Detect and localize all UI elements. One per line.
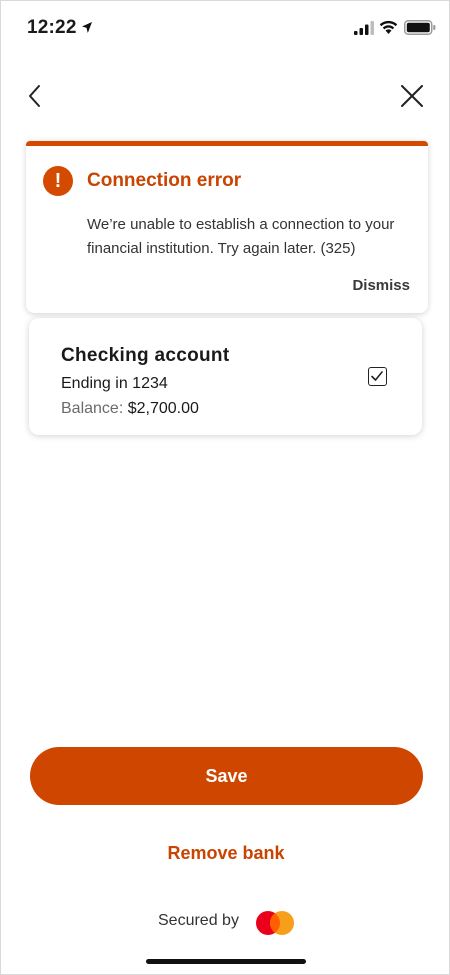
chevron-left-icon	[29, 85, 40, 107]
location-arrow-icon	[82, 22, 92, 33]
balance-label: Balance:	[61, 400, 124, 417]
account-balance: Balance: $2,700.00	[61, 400, 199, 418]
status-time: 12:22	[27, 17, 77, 38]
account-card[interactable]: Checking account Ending in 1234 Balance:…	[29, 318, 422, 435]
phone-frame: 12:22 ! Connection error We’re unable to…	[0, 0, 450, 975]
error-message: We’re unable to establish a connection t…	[87, 216, 395, 257]
error-banner: ! Connection error We’re unable to estab…	[26, 141, 428, 313]
error-title: Connection error	[87, 170, 242, 191]
account-select-checkbox[interactable]	[368, 367, 387, 386]
dismiss-button[interactable]: Dismiss	[352, 277, 410, 294]
status-bar: 12:22	[1, 1, 450, 53]
close-icon	[401, 85, 423, 107]
exclamation-icon: !	[43, 166, 73, 196]
back-button[interactable]	[21, 81, 49, 111]
cellular-signal-icon	[354, 21, 374, 35]
account-name: Checking account	[61, 345, 230, 366]
checkmark-icon	[371, 371, 383, 381]
secured-by-text: Secured by	[158, 912, 239, 929]
balance-value: $2,700.00	[127, 400, 199, 417]
secured-by-footer: Secured by	[1, 908, 450, 936]
account-ending: Ending in 1234	[61, 375, 168, 392]
remove-bank-button[interactable]: Remove bank	[1, 843, 450, 864]
battery-icon	[404, 20, 436, 35]
save-button[interactable]: Save	[30, 747, 423, 805]
mastercard-logo	[256, 911, 294, 935]
close-button[interactable]	[397, 81, 427, 111]
home-indicator	[146, 959, 306, 964]
wifi-icon	[379, 20, 398, 34]
